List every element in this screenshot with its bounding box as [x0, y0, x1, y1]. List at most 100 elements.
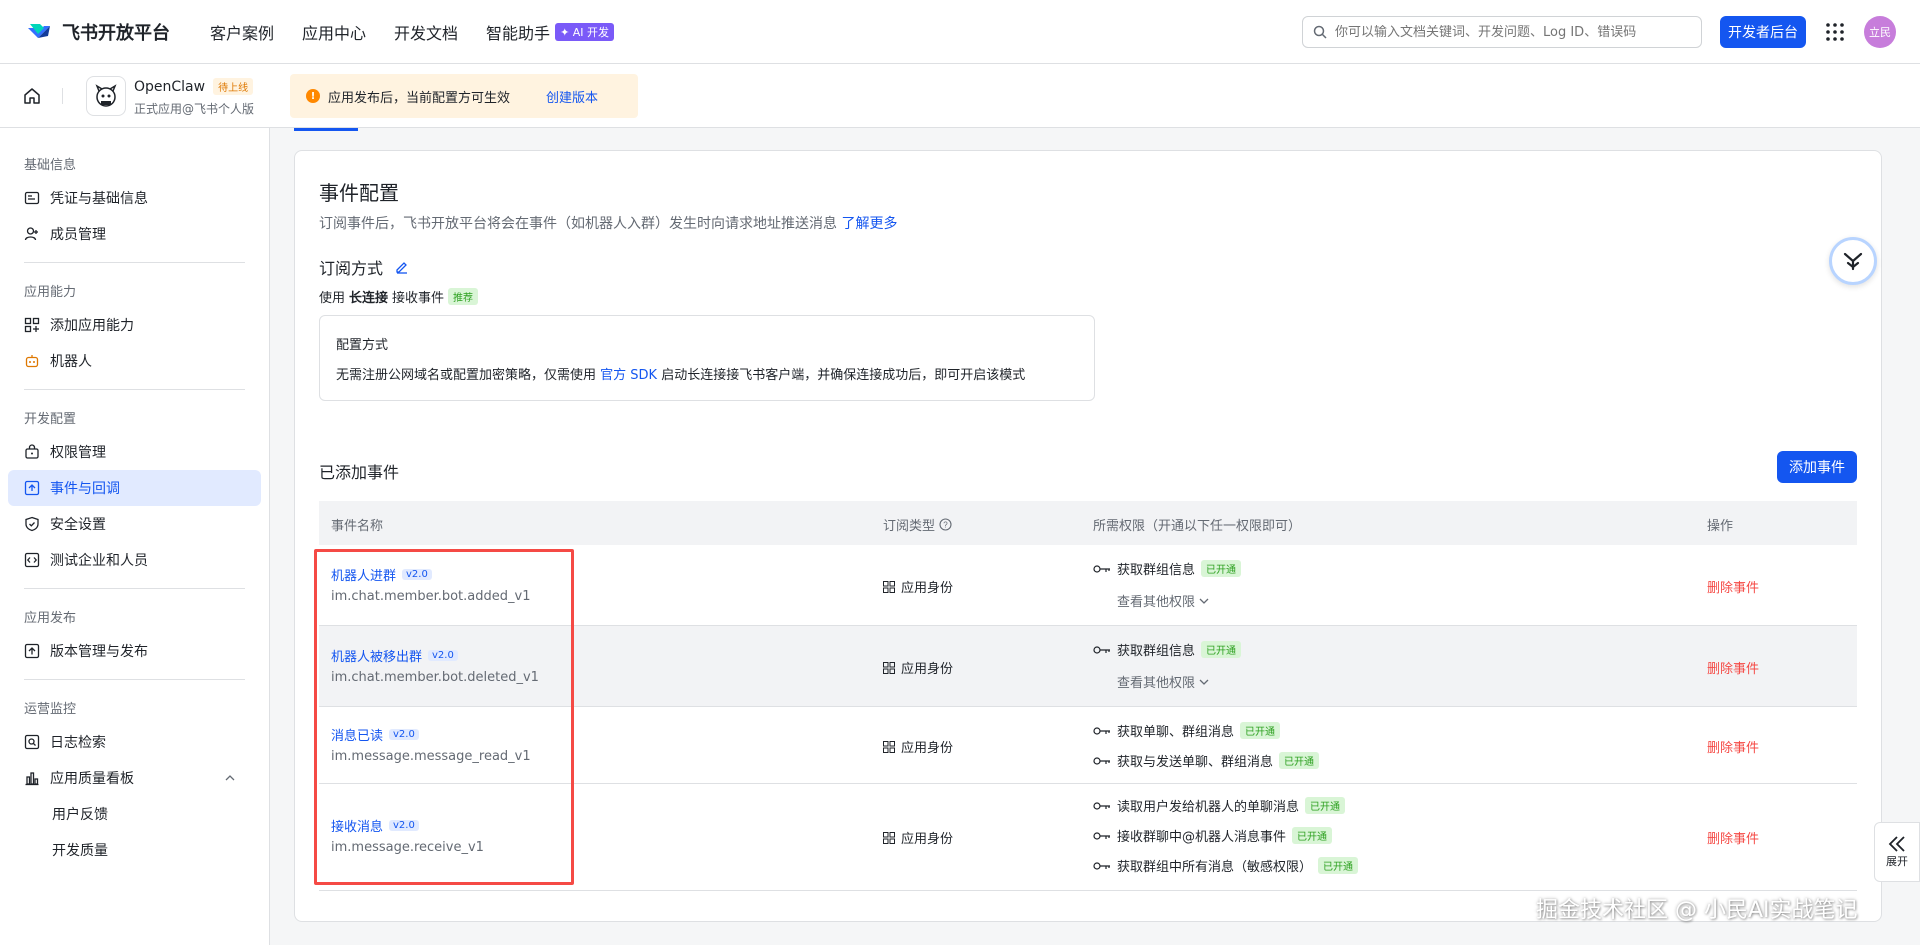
sidebar-item-label: 添加应用能力	[50, 318, 134, 334]
nav-assistant-label: 智能助手	[486, 23, 551, 43]
main-nav: 客户案例 应用中心 开发文档 智能助手 ✦ AI 开发	[210, 20, 642, 44]
sidebar-item-quality-board[interactable]: 应用质量看板	[8, 760, 261, 796]
config-method-title: 配置方式	[336, 338, 389, 353]
chevron-down-icon	[1199, 679, 1209, 685]
brand-logo[interactable]: 飞书开放平台	[26, 19, 170, 45]
col-sub-type: 订阅类型 ?	[883, 515, 952, 534]
view-more-label: 查看其他权限	[1117, 595, 1196, 610]
edit-icon[interactable]	[395, 260, 409, 274]
sidebar-item-events[interactable]: 事件与回调	[8, 470, 261, 506]
create-version-link[interactable]: 创建版本	[546, 87, 598, 106]
permission-status-badge: 已开通	[1240, 722, 1281, 739]
dev-console-button[interactable]: 开发者后台	[1720, 16, 1806, 48]
col-sub-type-label: 订阅类型	[883, 519, 936, 534]
highlight-box	[314, 549, 574, 885]
page-description: 订阅事件后，飞书开放平台将会在事件（如机器人入群）发生时向请求地址推送消息 了解…	[319, 213, 897, 233]
key-icon	[1093, 861, 1110, 870]
divider	[62, 88, 63, 104]
bar-chart-icon	[25, 772, 39, 786]
sidebar-item-label: 日志检索	[50, 735, 106, 751]
sidebar-item-feedback[interactable]: 用户反馈	[8, 796, 261, 832]
permission-item: 接收群聊中@机器人消息事件 已开通	[1093, 826, 1333, 845]
delete-event-button[interactable]: 删除事件	[1707, 577, 1759, 596]
delete-event-button[interactable]: 删除事件	[1707, 828, 1759, 847]
page-title: 事件配置	[319, 181, 399, 205]
subscription-type: 应用身份	[883, 828, 953, 847]
help-icon[interactable]: ?	[939, 518, 952, 531]
sidebar-item-test-org[interactable]: 测试企业和人员	[8, 542, 261, 578]
app-header: OpenClaw 待上线 正式应用@飞书个人版 ! 应用发布后，当前配置方可生效…	[0, 64, 1920, 128]
sidebar-item-dev-quality[interactable]: 开发质量	[8, 832, 261, 868]
double-chevron-left-icon	[1888, 836, 1905, 852]
sidebar-divider	[24, 588, 245, 589]
description-text: 订阅事件后，飞书开放平台将会在事件（如机器人入群）发生时向请求地址推送消息	[319, 216, 837, 232]
view-more-permissions[interactable]: 查看其他权限	[1117, 672, 1209, 691]
added-events-title: 已添加事件	[319, 463, 400, 482]
home-icon[interactable]	[22, 86, 42, 106]
sidebar-item-label: 凭证与基础信息	[50, 191, 148, 207]
sidebar-divider	[24, 679, 245, 680]
sidebar-item-add-capability[interactable]: 添加应用能力	[8, 307, 261, 343]
delete-event-button[interactable]: 删除事件	[1707, 737, 1759, 756]
chevron-down-icon	[1199, 598, 1209, 604]
subscribe-mode-value: 使用 长连接 接收事件 推荐	[319, 287, 479, 306]
delete-event-button[interactable]: 删除事件	[1707, 658, 1759, 677]
log-search-icon	[24, 734, 40, 750]
robot-icon	[25, 355, 39, 368]
code-box-icon	[24, 552, 40, 568]
ai-badge: ✦ AI 开发	[555, 22, 615, 41]
sidebar-item-permissions[interactable]: 权限管理	[8, 434, 261, 470]
permission-label: 获取单聊、群组消息	[1117, 725, 1235, 740]
sidebar-group-publish: 应用发布	[24, 610, 77, 626]
sidebar-item-credentials[interactable]: 凭证与基础信息	[8, 180, 261, 216]
col-actions: 操作	[1707, 519, 1734, 534]
view-more-permissions[interactable]: 查看其他权限	[1117, 591, 1209, 610]
config-method-text: 无需注册公网域名或配置加密策略，仅需使用 官方 SDK 启动长连接接飞书客户端，…	[336, 364, 1025, 383]
permission-item: 获取群组信息 已开通	[1093, 640, 1242, 659]
subscription-type-text: 应用身份	[901, 832, 954, 847]
col-permissions: 所需权限（开通以下任一权限即可）	[1093, 519, 1302, 534]
nav-customer-cases[interactable]: 客户案例	[210, 20, 274, 44]
add-event-button[interactable]: 添加事件	[1777, 451, 1857, 483]
permission-item: 获取群组信息 已开通	[1093, 559, 1242, 578]
publish-notice: ! 应用发布后，当前配置方可生效 创建版本	[290, 74, 638, 118]
mode-name: 长连接	[349, 291, 389, 306]
app-type: 正式应用@飞书个人版	[134, 102, 255, 116]
permission-status-badge: 已开通	[1201, 560, 1242, 577]
sidebar-item-security[interactable]: 安全设置	[8, 506, 261, 542]
permission-label: 获取群组信息	[1117, 644, 1196, 659]
permission-status-badge: 已开通	[1292, 827, 1333, 844]
official-sdk-link[interactable]: 官方 SDK	[600, 368, 657, 383]
mode-prefix: 使用	[319, 291, 346, 306]
user-avatar[interactable]: 立民	[1864, 16, 1896, 48]
publish-icon	[24, 643, 40, 659]
nav-dev-docs[interactable]: 开发文档	[394, 20, 458, 44]
sidebar-item-bot[interactable]: 机器人	[8, 343, 261, 379]
permission-item: 获取群组中所有消息（敏感权限） 已开通	[1093, 856, 1359, 875]
mode-suffix: 接收事件	[392, 291, 445, 306]
apps-grid-icon[interactable]	[1825, 22, 1845, 42]
search-box[interactable]	[1302, 16, 1702, 48]
expand-panel-button[interactable]: 展开	[1874, 822, 1920, 882]
learn-more-link[interactable]: 了解更多	[841, 216, 897, 232]
app-grid-icon	[883, 740, 895, 753]
recommended-badge: 推荐	[448, 288, 479, 305]
app-name: OpenClaw 待上线	[134, 78, 254, 95]
nav-assistant[interactable]: 智能助手 ✦ AI 开发	[486, 20, 615, 44]
sidebar: 基础信息 凭证与基础信息 成员管理 应用能力 添加应用能力 机器人 开发配置 权…	[0, 128, 270, 945]
sidebar-item-label: 事件与回调	[50, 481, 120, 497]
chevron-up-icon[interactable]	[225, 774, 235, 782]
permission-item: 获取单聊、群组消息 已开通	[1093, 721, 1281, 740]
nav-app-center[interactable]: 应用中心	[302, 20, 366, 44]
permission-label: 获取群组中所有消息（敏感权限）	[1117, 860, 1313, 875]
sidebar-item-label: 安全设置	[50, 517, 106, 533]
permission-label: 接收群聊中@机器人消息事件	[1117, 830, 1287, 845]
notice-text: 应用发布后，当前配置方可生效	[328, 90, 511, 106]
col-event-name: 事件名称	[331, 519, 384, 534]
sidebar-item-logs[interactable]: 日志检索	[8, 724, 261, 760]
search-input[interactable]	[1335, 24, 1675, 40]
active-tab-indicator	[294, 128, 358, 131]
sidebar-item-versions[interactable]: 版本管理与发布	[8, 633, 261, 669]
assistant-float-button[interactable]	[1829, 237, 1877, 285]
sidebar-item-members[interactable]: 成员管理	[8, 216, 261, 252]
